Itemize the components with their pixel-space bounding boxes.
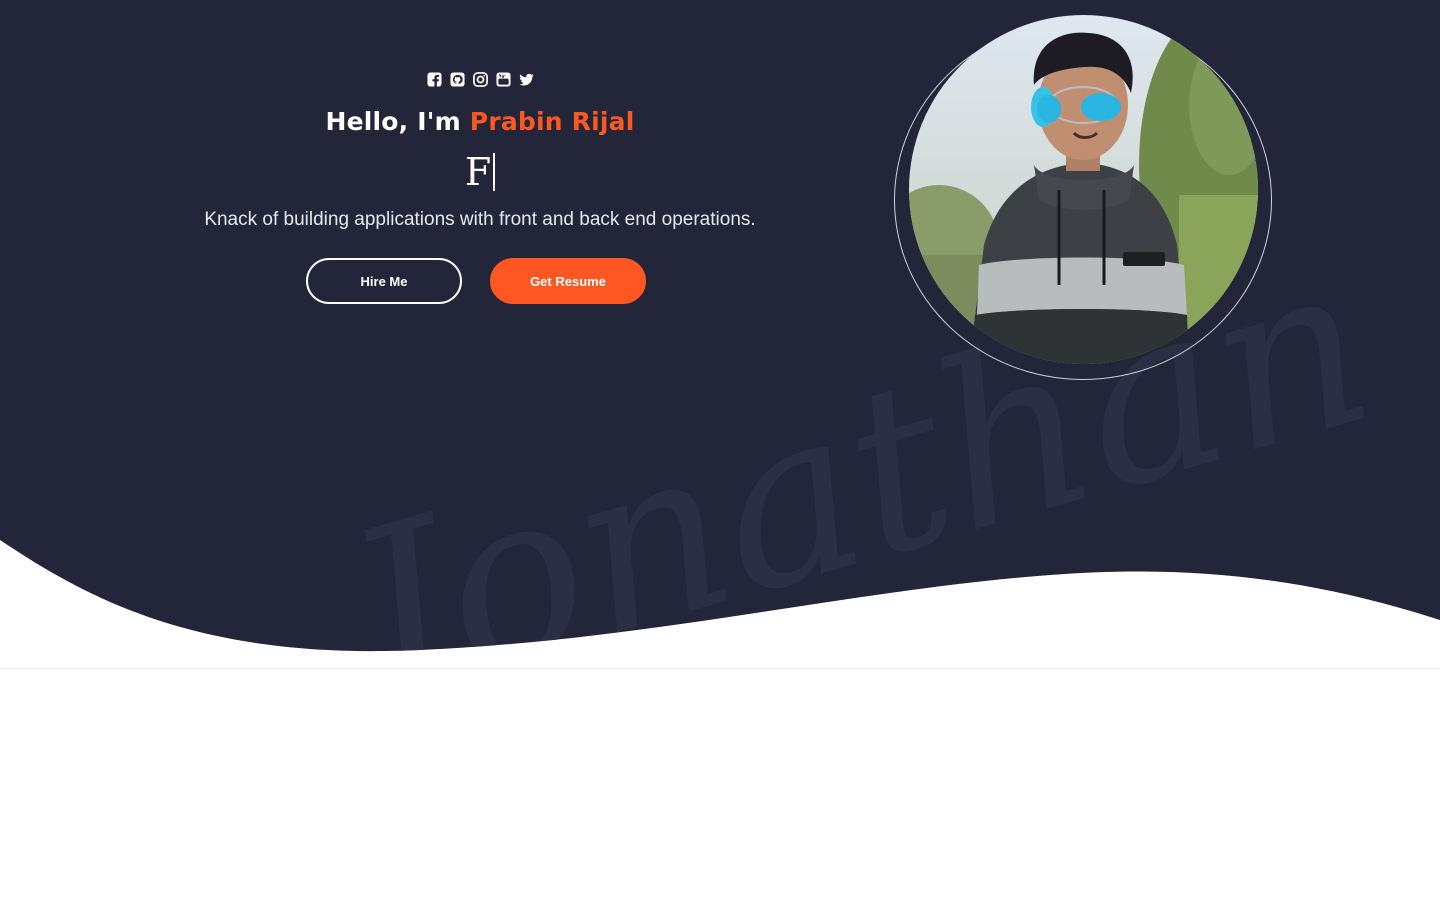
hero-name: Prabin Rijal [469,107,635,136]
greeting-prefix: Hello, I'm [325,107,470,136]
get-resume-button[interactable]: Get Resume [490,258,646,304]
social-links [120,72,840,92]
below-section [0,668,1440,901]
typing-caret [493,153,496,191]
hero-buttons: Hire Me Get Resume [120,258,840,304]
typed-text: F [464,150,492,194]
twitter-icon[interactable] [518,72,534,87]
profile-photo [909,15,1258,364]
hero-content: Hello, I'm Prabin Rijal F Knack of build… [120,60,840,304]
profile-photo-illustration [909,15,1258,364]
instagram-icon[interactable] [472,72,488,87]
github-icon[interactable] [449,72,465,87]
hero-greeting: Hello, I'm Prabin Rijal [120,102,840,142]
hero-tagline: Knack of building applications with fron… [204,209,756,230]
youtube-icon[interactable] [495,72,511,87]
typed-role: F [120,150,840,196]
facebook-icon[interactable] [426,72,442,87]
hire-me-button[interactable]: Hire Me [306,258,462,304]
